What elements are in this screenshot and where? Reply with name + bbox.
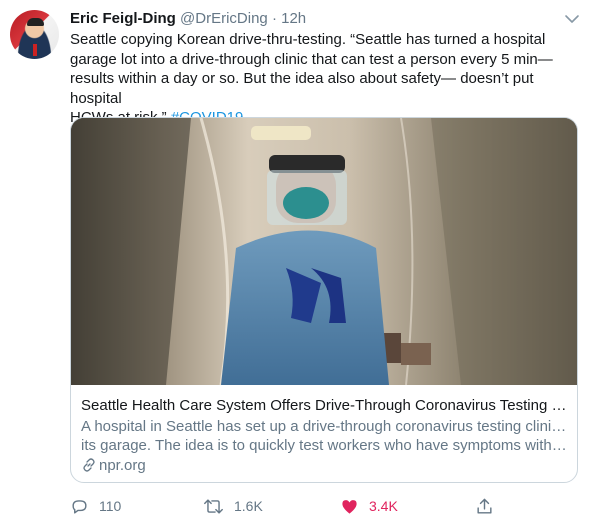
card-description-line: its garage. The idea is to quickly test … [81,437,569,454]
card-image[interactable] [71,118,577,385]
avatar[interactable] [10,10,59,59]
tweet-text-line: results within a day or so. But the idea… [70,70,534,107]
tweet-actions: 110 1.6K 3.4K [70,494,582,518]
link-icon [83,458,95,472]
author-handle[interactable]: @DrEricDing [180,10,268,27]
reply-count: 110 [99,498,122,514]
avatar-hair [27,18,44,26]
tent-photo [71,118,577,385]
header-separator: · [271,10,277,27]
share-icon [477,498,492,514]
card-domain[interactable]: npr.org [81,457,146,475]
tweet-text: Seattle copying Korean drive-thru-testin… [70,30,582,128]
tweet-timestamp[interactable]: 12h [281,10,306,27]
heart-icon [342,499,357,514]
tweet-text-line: garage lot into a drive-through clinic t… [70,50,553,68]
like-count: 3.4K [369,498,398,514]
retweet-count: 1.6K [234,498,263,514]
card-title[interactable]: Seattle Health Care System Offers Drive-… [81,396,569,416]
reply-icon [72,499,87,514]
share-button[interactable] [475,494,504,518]
retweet-button[interactable]: 1.6K [203,494,263,518]
link-card[interactable]: Seattle Health Care System Offers Drive-… [70,117,578,483]
avatar-tie [33,44,37,56]
tweet-text-line: Seattle copying Korean drive-thru-testin… [70,31,546,48]
card-domain-text: npr.org [99,457,146,474]
like-button[interactable]: 3.4K [340,494,398,518]
tweet-header: Eric Feigl-Ding @DrEricDing · 12h [70,9,306,29]
tweet[interactable]: Eric Feigl-Ding @DrEricDing · 12h Seattl… [0,0,604,527]
chevron-down-icon[interactable] [563,10,581,28]
reply-button[interactable]: 110 [70,494,121,518]
card-description-line: A hospital in Seattle has set up a drive… [81,418,569,435]
card-description: A hospital in Seattle has set up a drive… [81,417,569,455]
retweet-icon [204,498,223,514]
author-name[interactable]: Eric Feigl-Ding [70,10,176,27]
